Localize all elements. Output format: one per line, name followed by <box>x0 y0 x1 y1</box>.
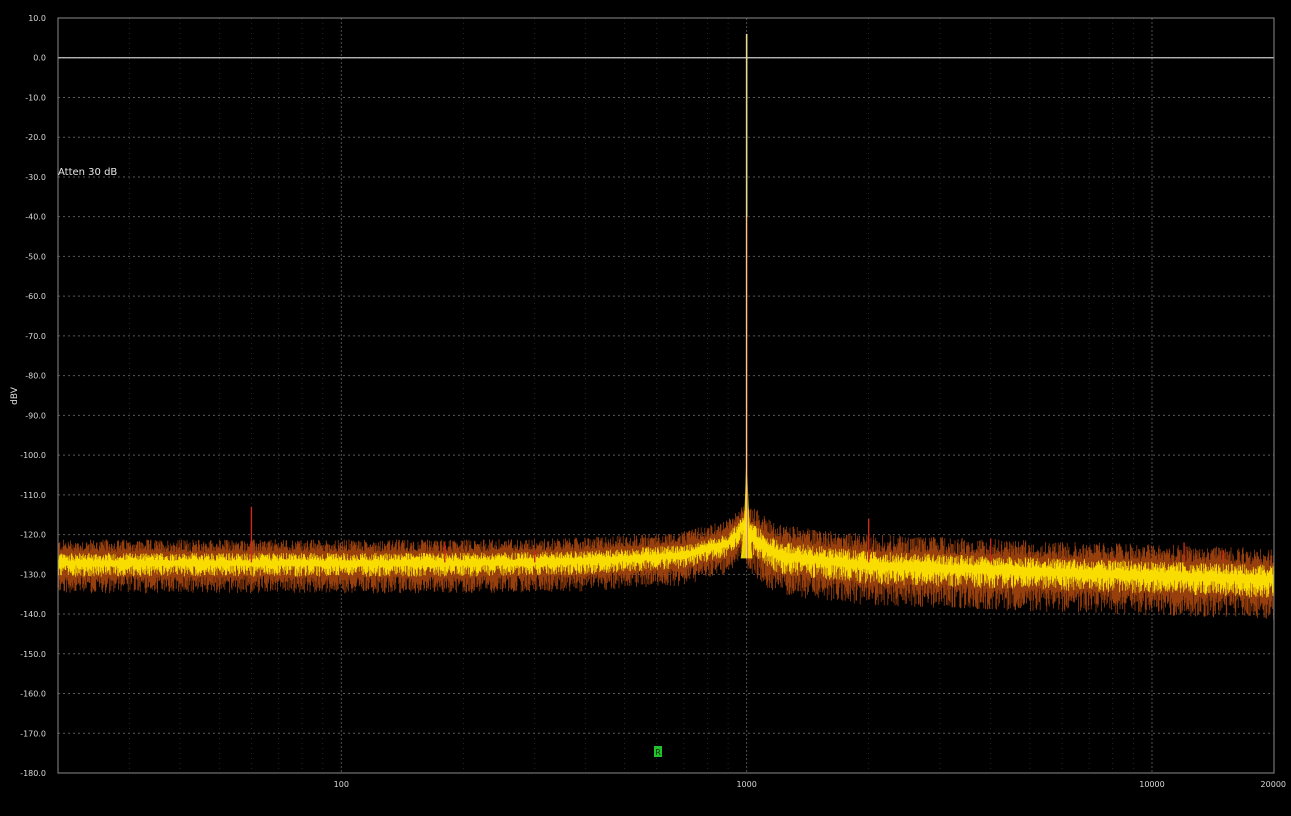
x-tick-label: 20000 <box>1261 780 1286 789</box>
attenuation-annotation: Atten 30 dB <box>58 167 117 178</box>
y-tick-labels: 10.0 0.0 -10.0 -20.0 -30.0 -40.0 -50.0 -60.0 -70… <box>20 14 46 778</box>
y-tick-label: -90.0 <box>25 411 46 420</box>
y-tick-label: -80.0 <box>25 372 46 381</box>
plot-background <box>58 18 1274 773</box>
y-tick-label: -170.0 <box>20 729 46 738</box>
y-tick-label: -10.0 <box>25 93 46 102</box>
y-tick-label: 10.0 <box>28 14 46 23</box>
x-tick-labels: 100 1000 10000 20000 <box>334 780 1286 789</box>
y-tick-label: -30.0 <box>25 173 46 182</box>
y-axis-label: dBV <box>10 386 20 405</box>
x-tick-label: 100 <box>334 780 349 789</box>
fft-spectrum-chart: 10.0 0.0 -10.0 -20.0 -30.0 -40.0 -50.0 -60.0 -70… <box>0 0 1291 816</box>
y-tick-label: -110.0 <box>20 491 46 500</box>
y-tick-label: -180.0 <box>20 769 46 778</box>
y-tick-label: -140.0 <box>20 610 46 619</box>
y-tick-label: -60.0 <box>25 292 46 301</box>
y-tick-label: -20.0 <box>25 133 46 142</box>
y-tick-label: -70.0 <box>25 332 46 341</box>
y-tick-label: -50.0 <box>25 252 46 261</box>
y-tick-label: -120.0 <box>20 531 46 540</box>
x-tick-label: 10000 <box>1139 780 1164 789</box>
y-tick-label: -150.0 <box>20 650 46 659</box>
y-tick-label: -130.0 <box>20 570 46 579</box>
x-tick-label: 1000 <box>736 780 756 789</box>
y-tick-label: -160.0 <box>20 690 46 699</box>
y-tick-label: -40.0 <box>25 213 46 222</box>
y-tick-label: -100.0 <box>20 451 46 460</box>
chart-svg: 10.0 0.0 -10.0 -20.0 -30.0 -40.0 -50.0 -60.0 -70… <box>10 14 1286 789</box>
marker-label: R <box>655 748 661 757</box>
y-tick-label: 0.0 <box>33 54 46 63</box>
frequency-marker[interactable]: R <box>654 746 662 757</box>
